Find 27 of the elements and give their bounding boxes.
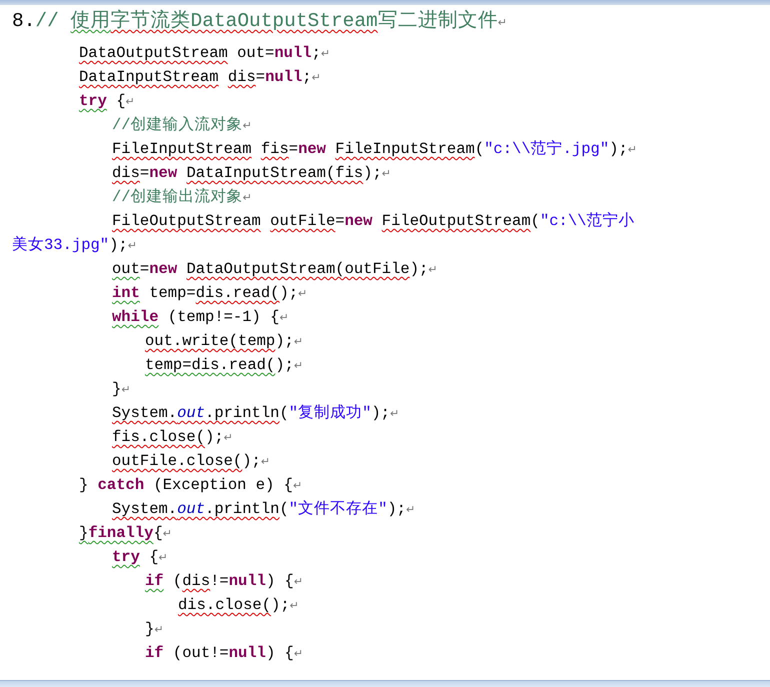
code-line: FileInputStream fis=new FileInputStream("c:\\范宁.jpg");↵ [111, 139, 638, 160]
code-line: outFile.close();↵ [111, 451, 272, 472]
code-line: DataOutputStream out=null;↵ [78, 43, 332, 64]
code-line: }↵ [111, 379, 132, 400]
code-line: try {↵ [78, 91, 136, 112]
code-line: } catch (Exception e) {↵ [78, 475, 304, 496]
code-line: int temp=dis.read();↵ [111, 283, 308, 304]
code-line: 美女33.jpg");↵ [12, 234, 138, 256]
code-line: System.out.println("文件不存在");↵ [111, 499, 416, 520]
code-line: if (out!=null) {↵ [144, 643, 304, 664]
code-line: dis=new DataInputStream(fis);↵ [111, 163, 392, 184]
code-line: }↵ [144, 619, 165, 640]
code-line: System.out.println("复制成功");↵ [111, 403, 400, 424]
code-line: //创建输出流对象↵ [111, 187, 253, 208]
code-line: temp=dis.read();↵ [144, 355, 304, 376]
heading: 8.// 使用字节流类DataOutputStream写二进制文件↵ [12, 8, 508, 34]
code-line: fis.close();↵ [111, 427, 234, 448]
code-line: if (dis!=null) {↵ [144, 571, 304, 592]
code-line: FileOutputStream outFile=new FileOutputStream("c:\\范宁小 [111, 211, 636, 232]
code-line: //创建输入流对象↵ [111, 115, 253, 136]
code-line: out.write(temp);↵ [144, 331, 304, 352]
code-line: out=new DataOutputStream(outFile);↵ [111, 259, 439, 280]
code-line: while (temp!=-1) {↵ [111, 307, 290, 328]
code-line: try {↵ [111, 547, 169, 568]
code-line: dis.close();↵ [177, 595, 300, 616]
code-line: }finally{↵ [78, 523, 173, 544]
code-line: DataInputStream dis=null;↵ [78, 67, 322, 88]
